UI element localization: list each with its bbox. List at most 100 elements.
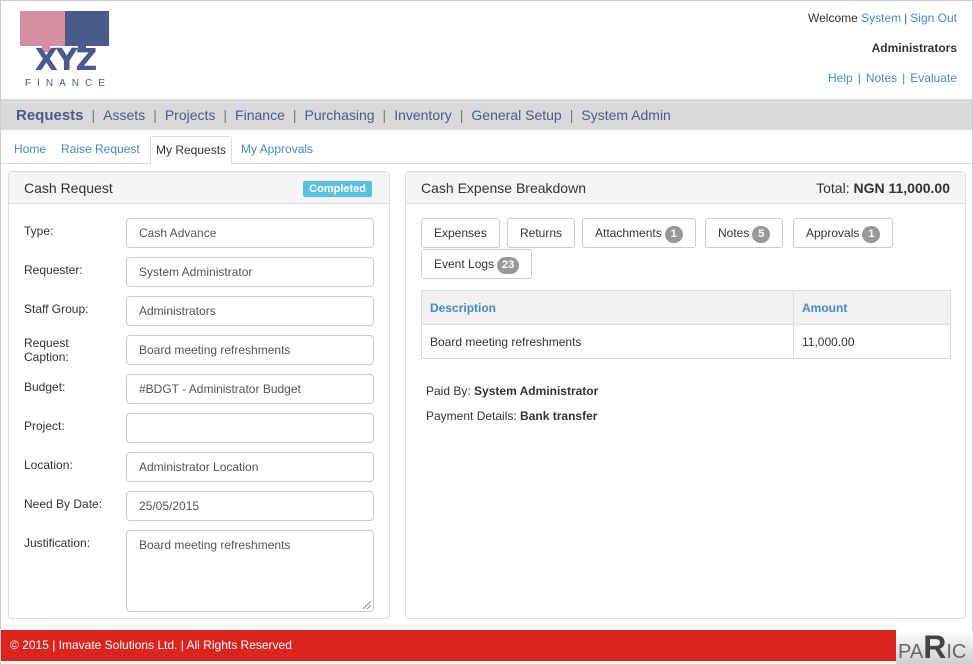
- nav-general-setup[interactable]: General Setup: [471, 107, 561, 123]
- tab-returns[interactable]: Returns: [507, 218, 576, 248]
- nav-projects[interactable]: Projects: [165, 107, 216, 123]
- nav-inventory[interactable]: Inventory: [394, 107, 452, 123]
- location-field[interactable]: Administrator Location: [126, 452, 374, 482]
- expense-breakdown-panel: Cash Expense Breakdown Total: NGN 11,000…: [405, 171, 966, 619]
- user-role: Administrators: [871, 41, 957, 55]
- tab-event-logs[interactable]: Event Logs 23: [421, 249, 533, 279]
- payment-details-value: Bank transfer: [520, 409, 598, 423]
- header: XYZ FINANCE Welcome System | Sign Out Admi…: [1, 1, 972, 99]
- tab-raise-request[interactable]: Raise Request: [56, 136, 145, 164]
- tab-my-approvals[interactable]: My Approvals: [236, 136, 318, 164]
- tab-attachments[interactable]: Attachments 1: [582, 218, 696, 248]
- notes-link[interactable]: Notes: [866, 71, 897, 85]
- count-badge: 23: [497, 257, 520, 274]
- justification-text: Board meeting refreshments: [139, 538, 291, 552]
- paric-logo: PARIC: [896, 630, 973, 664]
- divider: |: [292, 107, 297, 123]
- welcome-line: Welcome System | Sign Out: [808, 11, 957, 25]
- justification-textarea[interactable]: Board meeting refreshments: [126, 530, 374, 612]
- welcome-prefix: Welcome: [808, 11, 858, 25]
- staff-group-field[interactable]: Administrators: [126, 296, 374, 326]
- justification-label: Justification:: [24, 536, 91, 550]
- need-by-date-field[interactable]: 25/05/2015: [126, 491, 374, 521]
- paid-by-label: Paid By:: [426, 384, 471, 398]
- budget-label: Budget:: [24, 380, 66, 394]
- tab-label: Event Logs: [434, 257, 495, 271]
- payment-details: Payment Details: Bank transfer: [426, 409, 597, 423]
- requester-label: Requester:: [24, 263, 83, 277]
- nav-finance[interactable]: Finance: [235, 107, 285, 123]
- count-badge: 1: [862, 226, 881, 243]
- cash-request-header: Cash Request Completed: [9, 172, 389, 204]
- sign-out-link[interactable]: Sign Out: [910, 11, 957, 25]
- tab-approvals[interactable]: Approvals 1: [793, 218, 894, 248]
- budget-field[interactable]: #BDGT - Administrator Budget: [126, 374, 374, 404]
- evaluate-link[interactable]: Evaluate: [910, 71, 957, 85]
- tab-my-requests[interactable]: My Requests: [150, 136, 233, 165]
- total-amount: Total: NGN 11,000.00: [816, 180, 950, 196]
- nav-assets[interactable]: Assets: [103, 107, 145, 123]
- panel-title: Cash Request: [24, 180, 113, 196]
- footer: © 2015 | Imavate Solutions Ltd. | All Ri…: [1, 630, 896, 661]
- top-links: Help | Notes | Evaluate: [828, 71, 957, 85]
- requester-field[interactable]: System Administrator: [126, 257, 374, 287]
- paric-text-c: IC: [946, 641, 967, 663]
- tab-label: Expenses: [434, 226, 487, 240]
- payment-details-label: Payment Details:: [426, 409, 517, 423]
- count-badge: 5: [752, 226, 771, 243]
- main-nav: Requests | Assets | Projects | Finance | Purchas…: [1, 99, 972, 130]
- divider: |: [904, 11, 908, 25]
- type-field[interactable]: Cash Advance: [126, 218, 374, 248]
- panel-title: Cash Expense Breakdown: [421, 180, 586, 196]
- request-caption-label: Request Caption:: [24, 336, 69, 364]
- cell-amount: 11,000.00: [793, 324, 951, 359]
- paric-text-a: PA: [898, 641, 924, 663]
- cell-description: Board meeting refreshments: [421, 324, 794, 359]
- tab-label: Attachments: [595, 226, 662, 240]
- help-link[interactable]: Help: [828, 71, 853, 85]
- cash-request-panel: Cash Request Completed Type: Cash Advanc…: [8, 171, 390, 619]
- logo-blue-block: [65, 11, 109, 46]
- tab-notes[interactable]: Notes 5: [705, 218, 784, 248]
- divider: |: [153, 107, 157, 123]
- tab-home[interactable]: Home: [9, 136, 51, 164]
- logo-text: XYZ: [34, 43, 98, 78]
- nav-requests[interactable]: Requests: [16, 107, 84, 124]
- divider: |: [459, 107, 464, 123]
- total-value: NGN 11,000.00: [853, 180, 950, 196]
- divider: |: [382, 107, 387, 123]
- logo[interactable]: XYZ FINANCE: [20, 11, 110, 91]
- tab-label: Returns: [520, 226, 563, 240]
- status-badge: Completed: [303, 181, 372, 197]
- user-link[interactable]: System: [861, 11, 901, 25]
- logo-subtext: FINANCE: [25, 78, 111, 89]
- divider: |: [569, 107, 574, 123]
- type-label: Type:: [24, 224, 54, 238]
- paid-by: Paid By: System Administrator: [426, 384, 598, 398]
- count-badge: 1: [664, 226, 683, 243]
- nav-purchasing[interactable]: Purchasing: [305, 107, 375, 123]
- column-description[interactable]: Description: [421, 290, 794, 325]
- project-label: Project:: [24, 419, 65, 433]
- location-label: Location:: [24, 458, 73, 472]
- footer-copyright: © 2015 | Imavate Solutions Ltd. | All Ri…: [10, 638, 292, 652]
- total-label: Total:: [816, 180, 850, 196]
- project-field[interactable]: [126, 413, 374, 443]
- expense-breakdown-header: Cash Expense Breakdown Total: NGN 11,000…: [406, 172, 965, 204]
- logo-pink-block: [20, 11, 65, 46]
- divider: |: [223, 107, 228, 123]
- tab-expenses[interactable]: Expenses: [421, 218, 500, 248]
- tab-label: Approvals: [806, 226, 860, 240]
- need-by-date-label: Need By Date:: [24, 497, 103, 511]
- divider: |: [902, 71, 906, 85]
- expenses-table: Description Amount Board meeting refresh…: [421, 290, 951, 359]
- request-caption-field[interactable]: Board meeting refreshments: [126, 335, 374, 365]
- divider: |: [91, 107, 96, 123]
- resize-handle-icon[interactable]: [363, 601, 371, 609]
- divider: |: [857, 71, 861, 85]
- table-header-row: Description Amount: [421, 290, 951, 325]
- nav-system-admin[interactable]: System Admin: [581, 107, 670, 123]
- staff-group-label: Staff Group:: [24, 302, 89, 316]
- column-amount[interactable]: Amount: [793, 290, 951, 325]
- table-row: Board meeting refreshments 11,000.00: [421, 324, 951, 359]
